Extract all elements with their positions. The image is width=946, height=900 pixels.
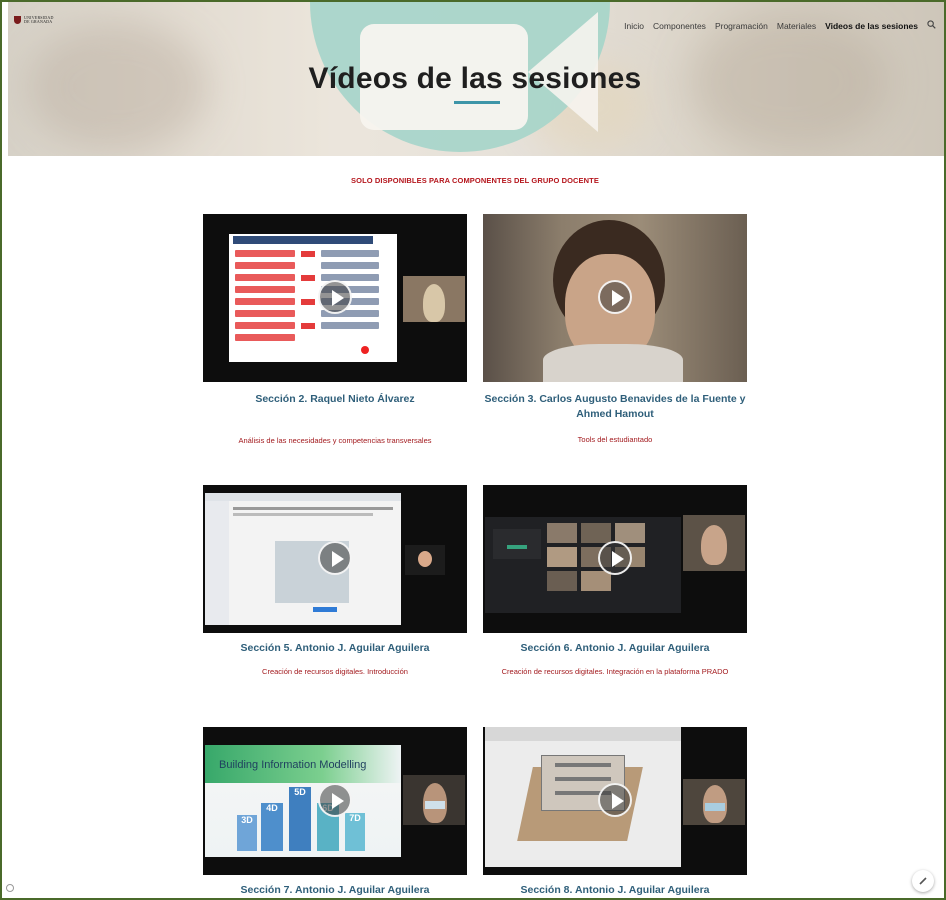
- video-title[interactable]: Sección 2. Raquel Nieto Álvarez: [203, 392, 467, 407]
- access-notice: SOLO DISPONIBLES PARA COMPONENTES DEL GR…: [351, 176, 599, 185]
- play-icon[interactable]: [318, 280, 352, 314]
- video-thumbnail[interactable]: [203, 485, 467, 633]
- play-icon[interactable]: [318, 541, 352, 575]
- play-icon[interactable]: [598, 783, 632, 817]
- video-title[interactable]: Sección 8. Antonio J. Aguilar Aguilera: [483, 883, 747, 898]
- video-description: Creación de recursos digitales. Integrac…: [501, 667, 729, 676]
- play-icon[interactable]: [598, 280, 632, 314]
- video-title[interactable]: Sección 7. Antonio J. Aguilar Aguilera: [203, 883, 467, 898]
- edit-pencil-button[interactable]: [912, 870, 934, 892]
- crest-icon: [14, 16, 21, 24]
- video-thumbnail[interactable]: [203, 214, 467, 382]
- bim-slide-title: Building Information Modelling: [219, 759, 367, 771]
- video-card: Sección 8. Antonio J. Aguilar Aguilera: [483, 727, 747, 898]
- title-underline: [454, 101, 500, 104]
- play-icon[interactable]: [598, 541, 632, 575]
- nav-item-materiales[interactable]: Materiales: [777, 21, 816, 31]
- presentation-slide: [229, 234, 397, 362]
- video-card: Building Information Modelling 3D 4D 5D …: [203, 727, 467, 898]
- video-title[interactable]: Sección 6. Antonio J. Aguilar Aguilera: [483, 641, 747, 656]
- top-nav: Inicio Componentes Programación Material…: [624, 20, 936, 31]
- video-card: Sección 2. Raquel Nieto Álvarez Análisis…: [203, 214, 467, 447]
- nav-item-videos[interactable]: Videos de las sesiones: [825, 21, 918, 31]
- page-title: Vídeos de las sesiones: [308, 62, 642, 95]
- nav-item-inicio[interactable]: Inicio: [624, 21, 644, 31]
- search-icon[interactable]: [927, 20, 936, 31]
- video-card: Sección 3. Carlos Augusto Benavides de l…: [483, 214, 747, 446]
- university-logo[interactable]: UNIVERSIDAD DE GRANADA: [14, 16, 58, 24]
- nav-item-programacion[interactable]: Programación: [715, 21, 768, 31]
- nav-item-componentes[interactable]: Componentes: [653, 21, 706, 31]
- video-card: Sección 5. Antonio J. Aguilar Aguilera C…: [203, 485, 467, 678]
- video-description: Creación de recursos digitales. Introduc…: [262, 667, 408, 676]
- video-card: Sección 6. Antonio J. Aguilar Aguilera C…: [483, 485, 747, 678]
- page-frame: UNIVERSIDAD DE GRANADA Inicio Componente…: [0, 0, 946, 900]
- video-thumbnail[interactable]: [483, 727, 747, 875]
- pencil-icon: [919, 877, 927, 885]
- video-thumbnail[interactable]: [483, 214, 747, 382]
- video-description: Tools del estudiantado: [577, 435, 653, 444]
- info-icon[interactable]: [6, 884, 14, 892]
- video-thumbnail[interactable]: [483, 485, 747, 633]
- video-description: Análisis de las necesidades y competenci…: [238, 436, 432, 445]
- play-icon[interactable]: [318, 783, 352, 817]
- video-thumbnail[interactable]: Building Information Modelling 3D 4D 5D …: [203, 727, 467, 875]
- video-title[interactable]: Sección 5. Antonio J. Aguilar Aguilera: [203, 641, 467, 656]
- logo-text: UNIVERSIDAD DE GRANADA: [24, 15, 54, 24]
- video-title[interactable]: Sección 3. Carlos Augusto Benavides de l…: [483, 392, 747, 422]
